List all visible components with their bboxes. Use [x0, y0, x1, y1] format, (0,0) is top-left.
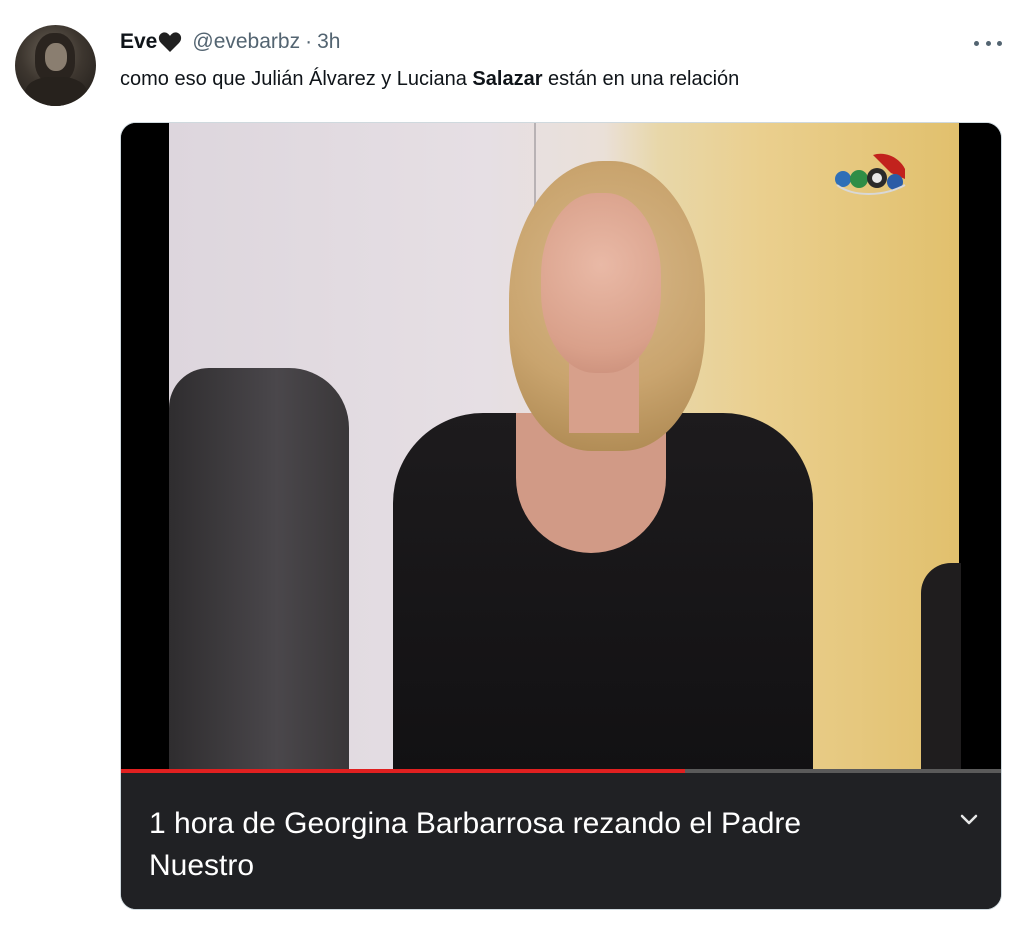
display-name[interactable]: Eve [120, 30, 157, 54]
avatar-face [45, 43, 67, 71]
avatar[interactable] [15, 25, 96, 106]
tweet: Eve @evebarbz · 3h como eso que Julián Á… [0, 0, 1024, 932]
video-scene-person-left [169, 368, 349, 769]
video-player[interactable] [121, 123, 1001, 769]
video-card[interactable]: 1 hora de Georgina Barbarrosa rezando el… [120, 122, 1002, 910]
black-heart-icon [159, 32, 182, 52]
more-options-icon[interactable] [974, 32, 1002, 54]
chevron-down-icon[interactable] [959, 813, 979, 827]
video-scene-person-right [921, 563, 961, 769]
tweet-text-highlight: Salazar [472, 68, 543, 90]
tweet-text: como eso que Julián Álvarez y Luciana Sa… [120, 68, 739, 91]
video-scene-woman-face [541, 193, 661, 373]
video-caption[interactable]: 1 hora de Georgina Barbarrosa rezando el… [121, 773, 1001, 909]
tweet-header: Eve @evebarbz · 3h [120, 28, 340, 56]
avatar-body [25, 77, 87, 106]
video-title[interactable]: 1 hora de Georgina Barbarrosa rezando el… [149, 803, 909, 887]
channel-logo [835, 153, 906, 195]
tweet-text-part: como eso que Julián Álvarez y Luciana [120, 68, 473, 90]
tweet-text-part-end: están en una relación [542, 68, 740, 90]
timestamp[interactable]: 3h [317, 30, 340, 54]
user-handle[interactable]: @evebarbz [192, 30, 300, 54]
separator-dot: · [305, 30, 313, 53]
